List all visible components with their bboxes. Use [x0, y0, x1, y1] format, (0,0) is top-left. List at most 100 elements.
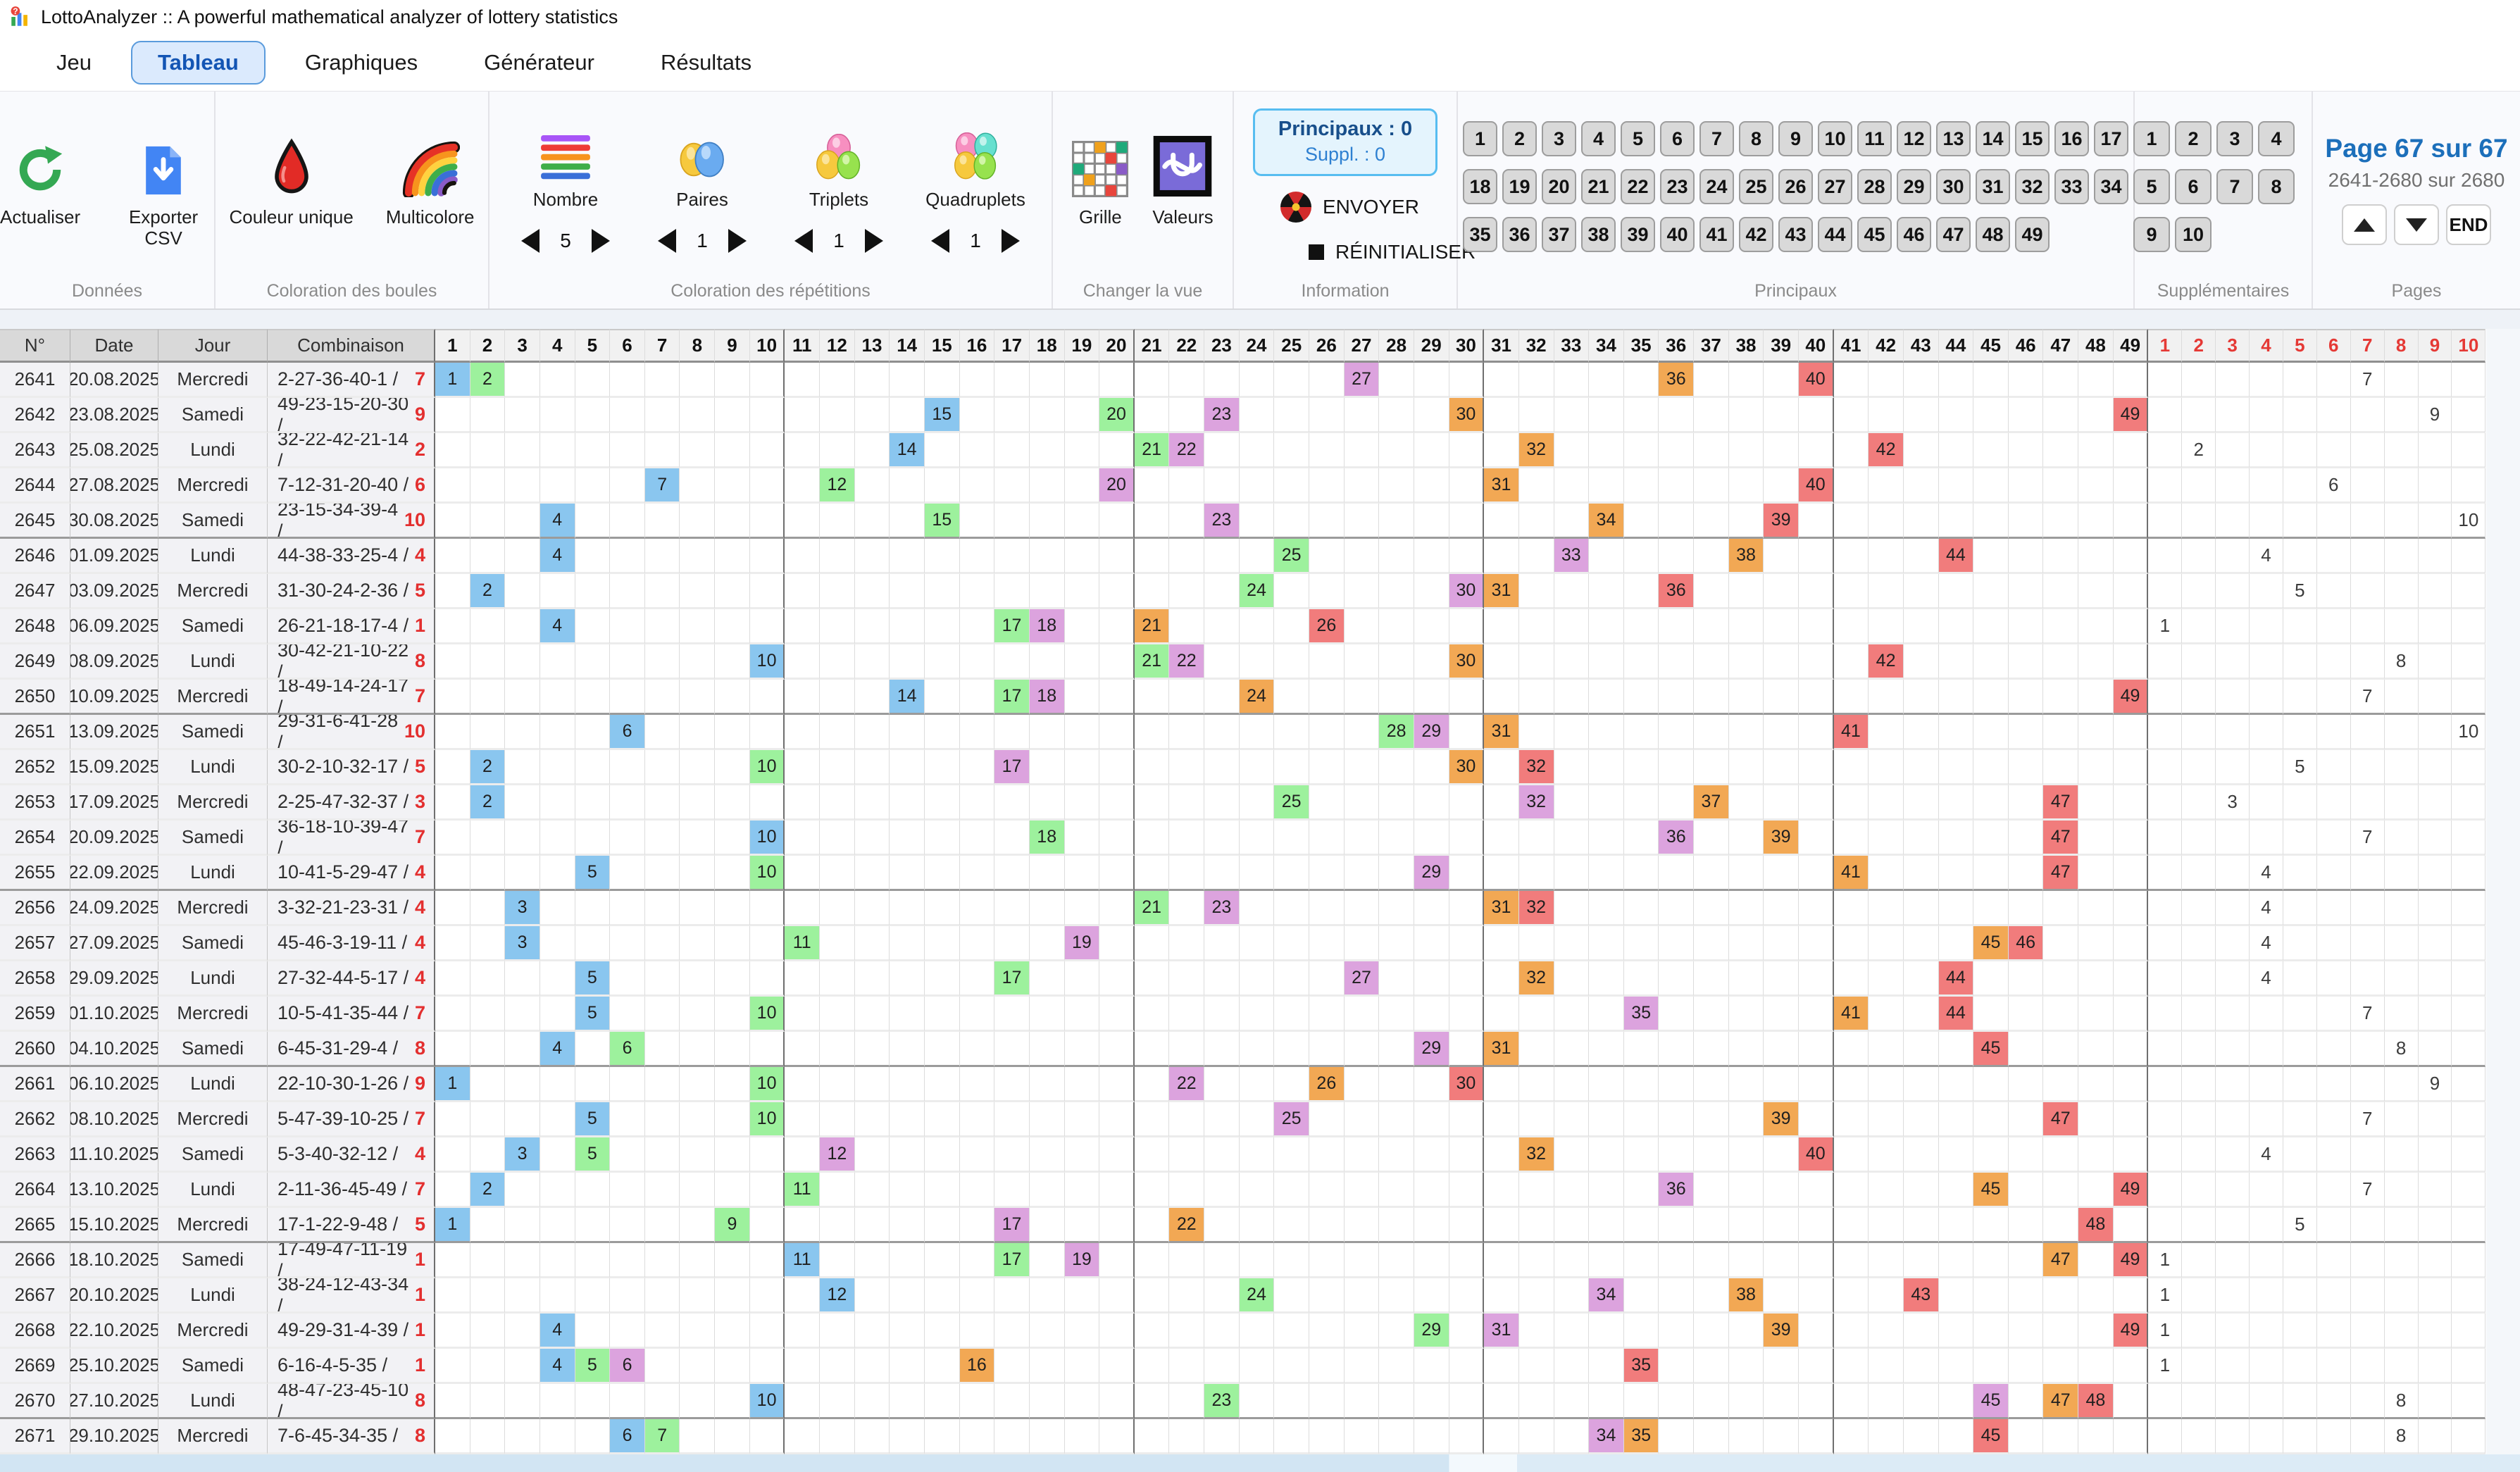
principal-number-button-22[interactable]: 22 [1621, 169, 1655, 204]
tab-tableau[interactable]: Tableau [131, 41, 266, 85]
supplementary-number-button-6[interactable]: 6 [2175, 169, 2212, 204]
principal-number-button-19[interactable]: 19 [1502, 169, 1537, 204]
supplementary-number-button-9[interactable]: 9 [2133, 217, 2170, 252]
export-csv-button[interactable]: Exporter CSV [113, 132, 214, 249]
repetition-button-nombre[interactable]: Nombre [533, 120, 598, 211]
spinner-increment-arrow[interactable] [1002, 229, 1020, 253]
principal-number-button-6[interactable]: 6 [1660, 121, 1695, 156]
number-cell-filled: 32 [1519, 891, 1554, 926]
principal-number-button-26[interactable]: 26 [1778, 169, 1813, 204]
principal-number-button-15[interactable]: 15 [2015, 121, 2050, 156]
repetition-button-paires[interactable]: Paires [676, 120, 728, 211]
spinner-decrement-arrow[interactable] [521, 229, 539, 253]
number-cell [1973, 433, 2009, 468]
principal-number-button-13[interactable]: 13 [1936, 121, 1971, 156]
tab-résultats[interactable]: Résultats [634, 41, 778, 85]
couleur-unique-button[interactable]: Couleur unique [229, 132, 353, 228]
refresh-button[interactable]: Actualiser [0, 132, 80, 228]
horizontal-scrollbar[interactable] [0, 1454, 2520, 1472]
principal-number-button-32[interactable]: 32 [2015, 169, 2050, 204]
principal-number-button-9[interactable]: 9 [1778, 121, 1813, 156]
principal-number-button-34[interactable]: 34 [2094, 169, 2128, 204]
principal-number-button-16[interactable]: 16 [2054, 121, 2089, 156]
principal-number-button-44[interactable]: 44 [1818, 217, 1852, 252]
principal-number-button-42[interactable]: 42 [1739, 217, 1773, 252]
principal-number-button-31[interactable]: 31 [1976, 169, 2010, 204]
number-cell [785, 997, 820, 1032]
principal-number-button-10[interactable]: 10 [1818, 121, 1852, 156]
tab-graphiques[interactable]: Graphiques [278, 41, 444, 85]
envoyer-button[interactable]: ENVOYER [1280, 192, 1419, 223]
multicolore-button[interactable]: Multicolore [386, 132, 475, 228]
page-end-button[interactable]: END [2446, 204, 2491, 245]
principal-number-button-49[interactable]: 49 [2015, 217, 2050, 252]
principal-number-button-39[interactable]: 39 [1621, 217, 1655, 252]
principal-number-button-33[interactable]: 33 [2054, 169, 2089, 204]
principal-number-button-3[interactable]: 3 [1542, 121, 1576, 156]
valeurs-button[interactable]: Valeurs [1152, 132, 1213, 228]
principal-number-button-11[interactable]: 11 [1857, 121, 1892, 156]
principal-number-button-1[interactable]: 1 [1463, 121, 1497, 156]
principal-number-button-2[interactable]: 2 [1502, 121, 1537, 156]
principal-number-button-40[interactable]: 40 [1660, 217, 1695, 252]
supplementary-number-button-8[interactable]: 8 [2258, 169, 2295, 204]
principal-number-button-27[interactable]: 27 [1818, 169, 1852, 204]
supplementary-number-button-7[interactable]: 7 [2216, 169, 2253, 204]
principal-number-button-12[interactable]: 12 [1897, 121, 1931, 156]
principal-number-button-43[interactable]: 43 [1778, 217, 1813, 252]
spinner-increment-arrow[interactable] [592, 229, 610, 253]
principal-number-button-38[interactable]: 38 [1581, 217, 1616, 252]
number-cell-filled: 17 [994, 680, 1030, 715]
spinner-decrement-arrow[interactable] [794, 229, 813, 253]
reinitialiser-button[interactable]: RÉINITIALISER [1309, 241, 1476, 263]
spinner-increment-arrow[interactable] [865, 229, 883, 253]
supplementary-number-button-4[interactable]: 4 [2258, 121, 2295, 156]
cell-combinaison: 38-24-12-43-34 /1 [268, 1278, 435, 1314]
supplementary-number-button-2[interactable]: 2 [2175, 121, 2212, 156]
spinner-increment-arrow[interactable] [728, 229, 747, 253]
principal-number-button-14[interactable]: 14 [1976, 121, 2010, 156]
supplementary-number-button-3[interactable]: 3 [2216, 121, 2253, 156]
repetition-button-triplets[interactable]: Triplets [809, 120, 868, 211]
principal-number-button-48[interactable]: 48 [1976, 217, 2010, 252]
number-cell [820, 1032, 855, 1067]
principal-number-button-17[interactable]: 17 [2094, 121, 2128, 156]
principal-number-button-47[interactable]: 47 [1936, 217, 1971, 252]
page-up-button[interactable] [2342, 204, 2387, 245]
tab-jeu[interactable]: Jeu [30, 41, 118, 85]
principal-number-button-23[interactable]: 23 [1660, 169, 1695, 204]
principal-number-button-21[interactable]: 21 [1581, 169, 1616, 204]
number-cell [2043, 433, 2078, 468]
principal-number-button-37[interactable]: 37 [1542, 217, 1576, 252]
principal-number-button-41[interactable]: 41 [1699, 217, 1734, 252]
principal-number-button-7[interactable]: 7 [1699, 121, 1734, 156]
number-cell [2043, 468, 2078, 504]
tab-générateur[interactable]: Générateur [457, 41, 621, 85]
number-cell [715, 1314, 750, 1349]
principal-number-button-35[interactable]: 35 [1463, 217, 1497, 252]
supplementary-number-button-10[interactable]: 10 [2175, 217, 2212, 252]
principal-number-button-8[interactable]: 8 [1739, 121, 1773, 156]
principal-number-button-28[interactable]: 28 [1857, 169, 1892, 204]
principal-number-button-30[interactable]: 30 [1936, 169, 1971, 204]
grille-button[interactable]: Grille [1072, 132, 1128, 228]
number-cell [1274, 1173, 1309, 1208]
principal-number-button-36[interactable]: 36 [1502, 217, 1537, 252]
principal-number-button-5[interactable]: 5 [1621, 121, 1655, 156]
number-cell [610, 504, 645, 539]
principal-number-button-46[interactable]: 46 [1897, 217, 1931, 252]
repetition-button-quadruplets[interactable]: Quadruplets [925, 120, 1025, 211]
spinner-decrement-arrow[interactable] [931, 229, 949, 253]
principal-number-button-4[interactable]: 4 [1581, 121, 1616, 156]
supplementary-number-button-5[interactable]: 5 [2133, 169, 2170, 204]
number-cell [1099, 1032, 1135, 1067]
principal-number-button-20[interactable]: 20 [1542, 169, 1576, 204]
principal-number-button-29[interactable]: 29 [1897, 169, 1931, 204]
principal-number-button-45[interactable]: 45 [1857, 217, 1892, 252]
principal-number-button-24[interactable]: 24 [1699, 169, 1734, 204]
spinner-decrement-arrow[interactable] [658, 229, 676, 253]
principal-number-button-25[interactable]: 25 [1739, 169, 1773, 204]
supplementary-number-button-1[interactable]: 1 [2133, 121, 2170, 156]
principal-number-button-18[interactable]: 18 [1463, 169, 1497, 204]
page-down-button[interactable] [2394, 204, 2439, 245]
